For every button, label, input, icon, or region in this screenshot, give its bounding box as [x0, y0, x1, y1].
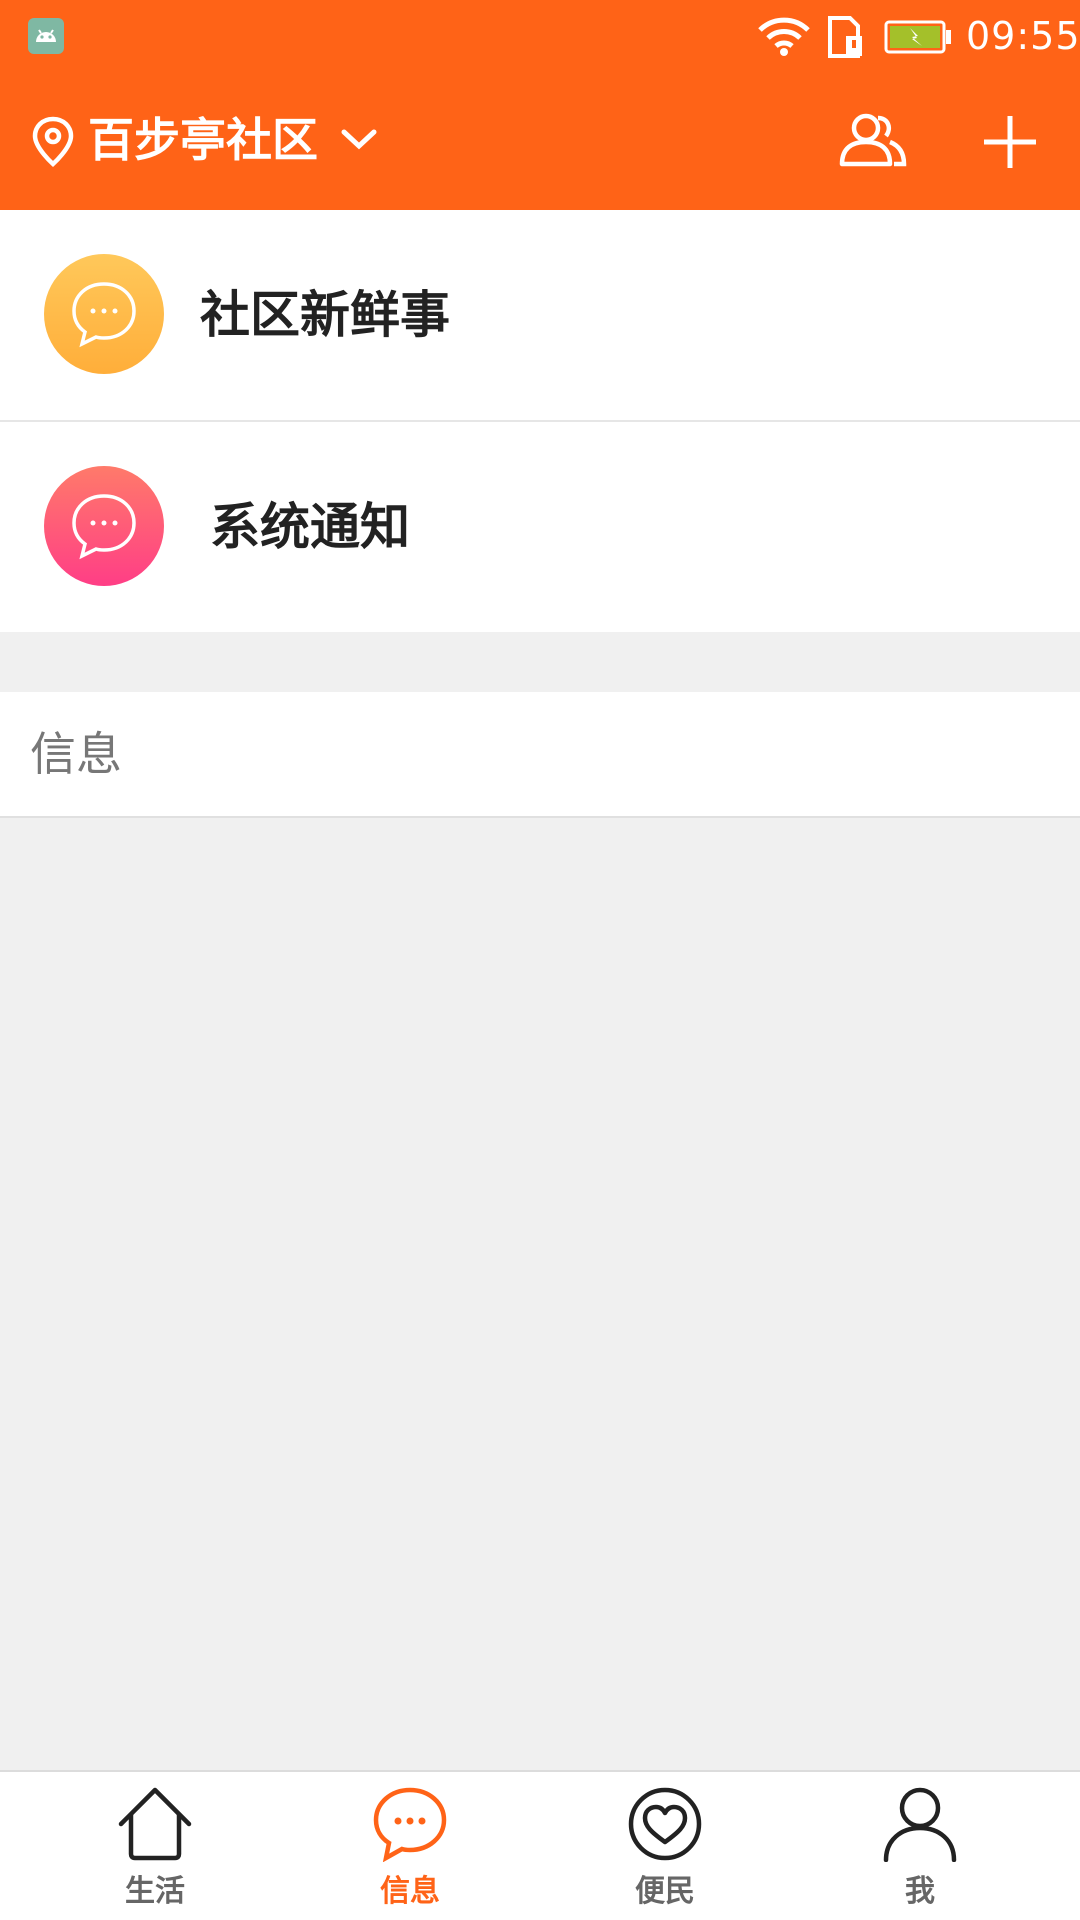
community-selector[interactable]: 百步亭社区 [88, 108, 318, 172]
wifi-icon [758, 17, 810, 56]
nav-label: 便民 [635, 1874, 695, 1909]
list-item-community-news[interactable]: 社区新鲜事 [0, 210, 1080, 422]
nav-item-life[interactable]: 生活 [20, 1772, 290, 1920]
battery-charging-icon [884, 20, 951, 54]
nav-item-info[interactable]: 信息 [275, 1772, 545, 1920]
home-icon [118, 1787, 192, 1861]
bottom-nav: 生活 信息 便民 我 [0, 1770, 1080, 1920]
chevron-down-icon[interactable] [340, 126, 378, 152]
section-header: 信息 [0, 692, 1080, 818]
list-item-label: 系统通知 [210, 498, 410, 556]
chat-bubble-icon [44, 466, 164, 586]
plus-icon[interactable] [980, 112, 1040, 172]
nav-label: 信息 [380, 1874, 440, 1909]
heart-circle-icon [628, 1787, 702, 1861]
sim-card-icon [828, 16, 862, 58]
chat-bubble-icon [373, 1787, 447, 1862]
app-bar: 百步亭社区 [0, 72, 1080, 210]
android-debug-icon [28, 18, 64, 54]
nav-item-me[interactable]: 我 [785, 1772, 1055, 1920]
chat-bubble-icon [44, 254, 164, 374]
list-item-system-notice[interactable]: 系统通知 [0, 422, 1080, 632]
section-title: 信息 [30, 727, 122, 781]
user-icon [883, 1787, 957, 1862]
screen: 09:55 百步亭社区 社区新鲜事 系统通知 信息 生活 信息 便民 我 [0, 0, 1080, 1920]
location-pin-icon[interactable] [32, 116, 74, 168]
nav-item-service[interactable]: 便民 [530, 1772, 800, 1920]
list-item-label: 社区新鲜事 [200, 286, 450, 344]
status-bar: 09:55 [0, 0, 1080, 72]
nav-label: 我 [905, 1874, 935, 1909]
group-icon[interactable] [836, 110, 908, 168]
clock: 09:55 [966, 14, 1080, 58]
nav-label: 生活 [125, 1874, 185, 1909]
